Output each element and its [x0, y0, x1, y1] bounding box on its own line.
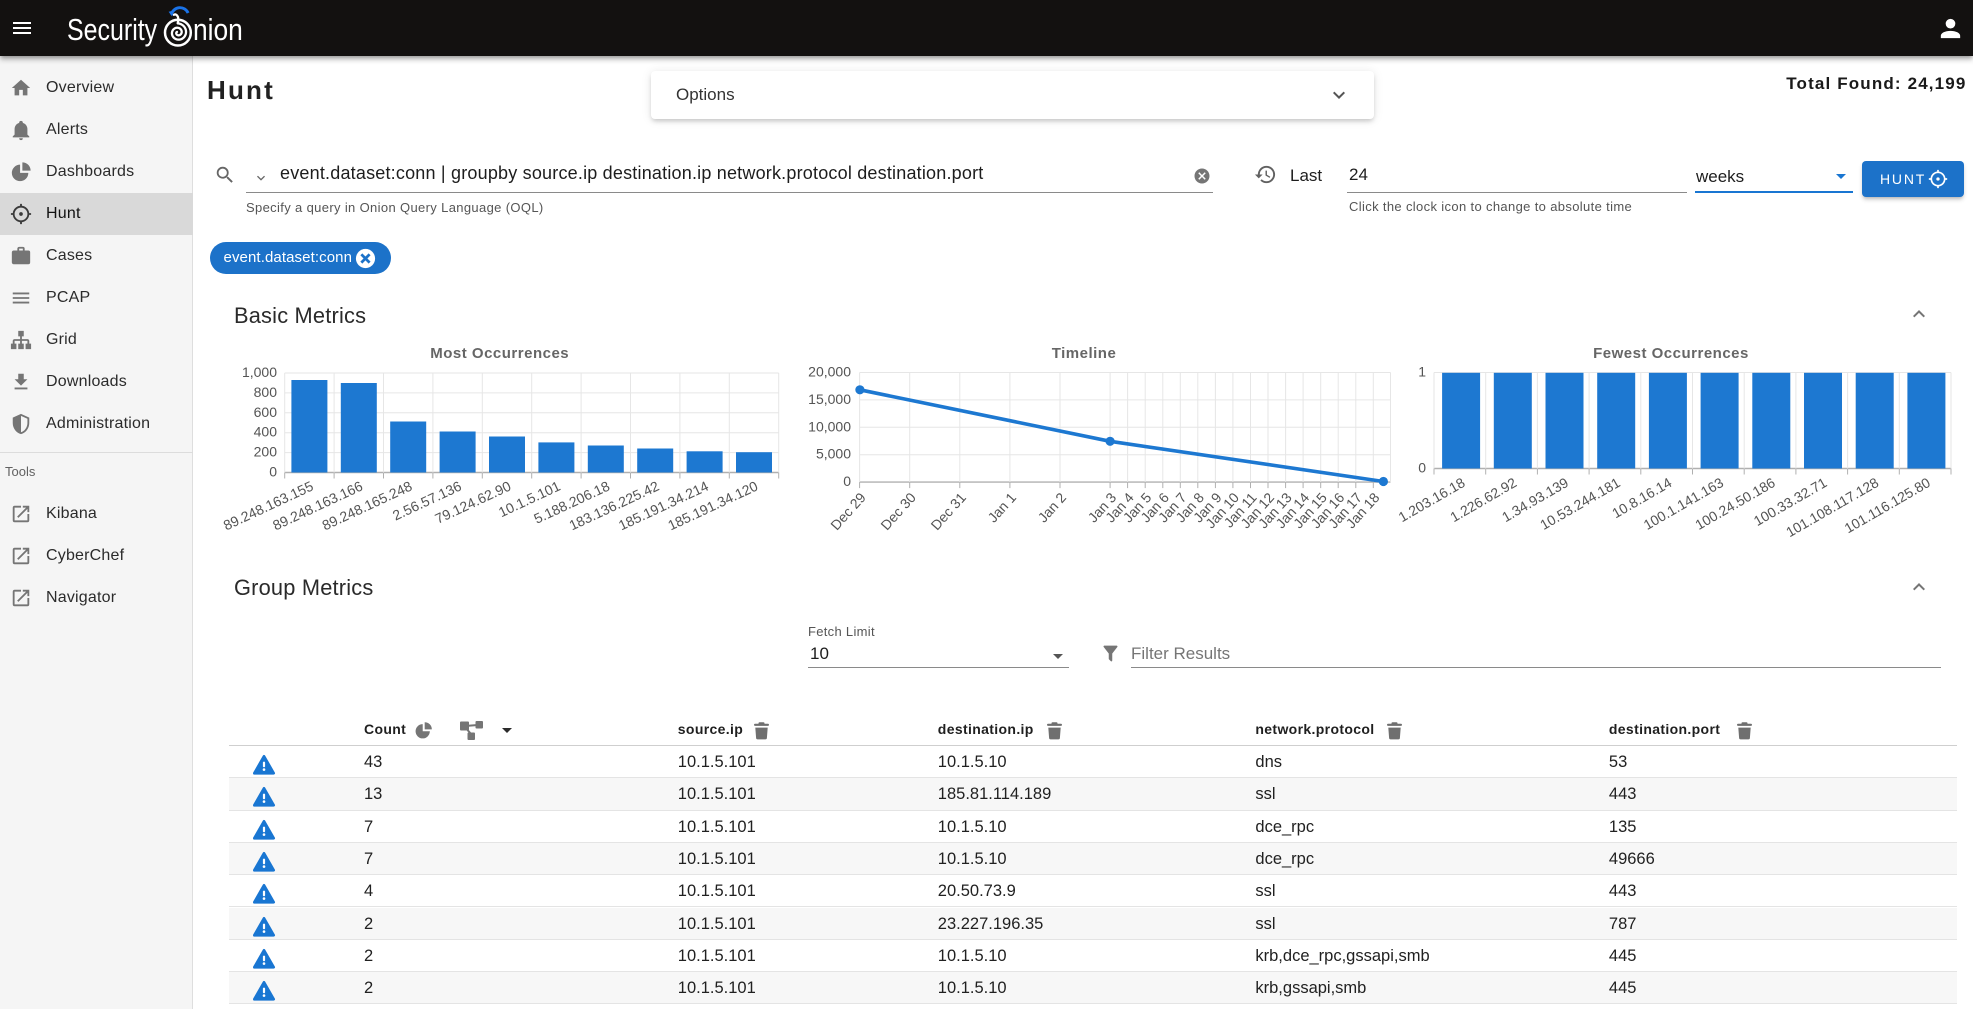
svg-text:20,000: 20,000 [808, 364, 851, 380]
svg-text:0: 0 [843, 473, 851, 489]
svg-text:5,000: 5,000 [816, 446, 851, 462]
svg-text:600: 600 [254, 404, 278, 420]
svg-text:Most Occurrences: Most Occurrences [430, 345, 569, 362]
svg-text:1,000: 1,000 [242, 364, 277, 380]
svg-text:200: 200 [254, 444, 278, 460]
svg-text:Jan 2: Jan 2 [1034, 489, 1069, 525]
svg-text:800: 800 [254, 384, 278, 400]
svg-text:0: 0 [269, 464, 277, 480]
svg-text:Fewest Occurrences: Fewest Occurrences [1593, 345, 1749, 362]
svg-text:15,000: 15,000 [808, 391, 851, 407]
svg-text:Dec 31: Dec 31 [927, 489, 969, 533]
svg-text:0: 0 [1418, 460, 1426, 476]
svg-text:Jan 1: Jan 1 [984, 489, 1019, 525]
svg-text:101.116.125.80: 101.116.125.80 [1842, 474, 1934, 536]
svg-text:Dec 29: Dec 29 [827, 489, 869, 533]
svg-text:Dec 30: Dec 30 [877, 489, 919, 533]
svg-text:Timeline: Timeline [1052, 345, 1117, 362]
svg-text:1: 1 [1418, 364, 1426, 380]
svg-text:10,000: 10,000 [808, 418, 851, 434]
svg-text:400: 400 [254, 424, 278, 440]
